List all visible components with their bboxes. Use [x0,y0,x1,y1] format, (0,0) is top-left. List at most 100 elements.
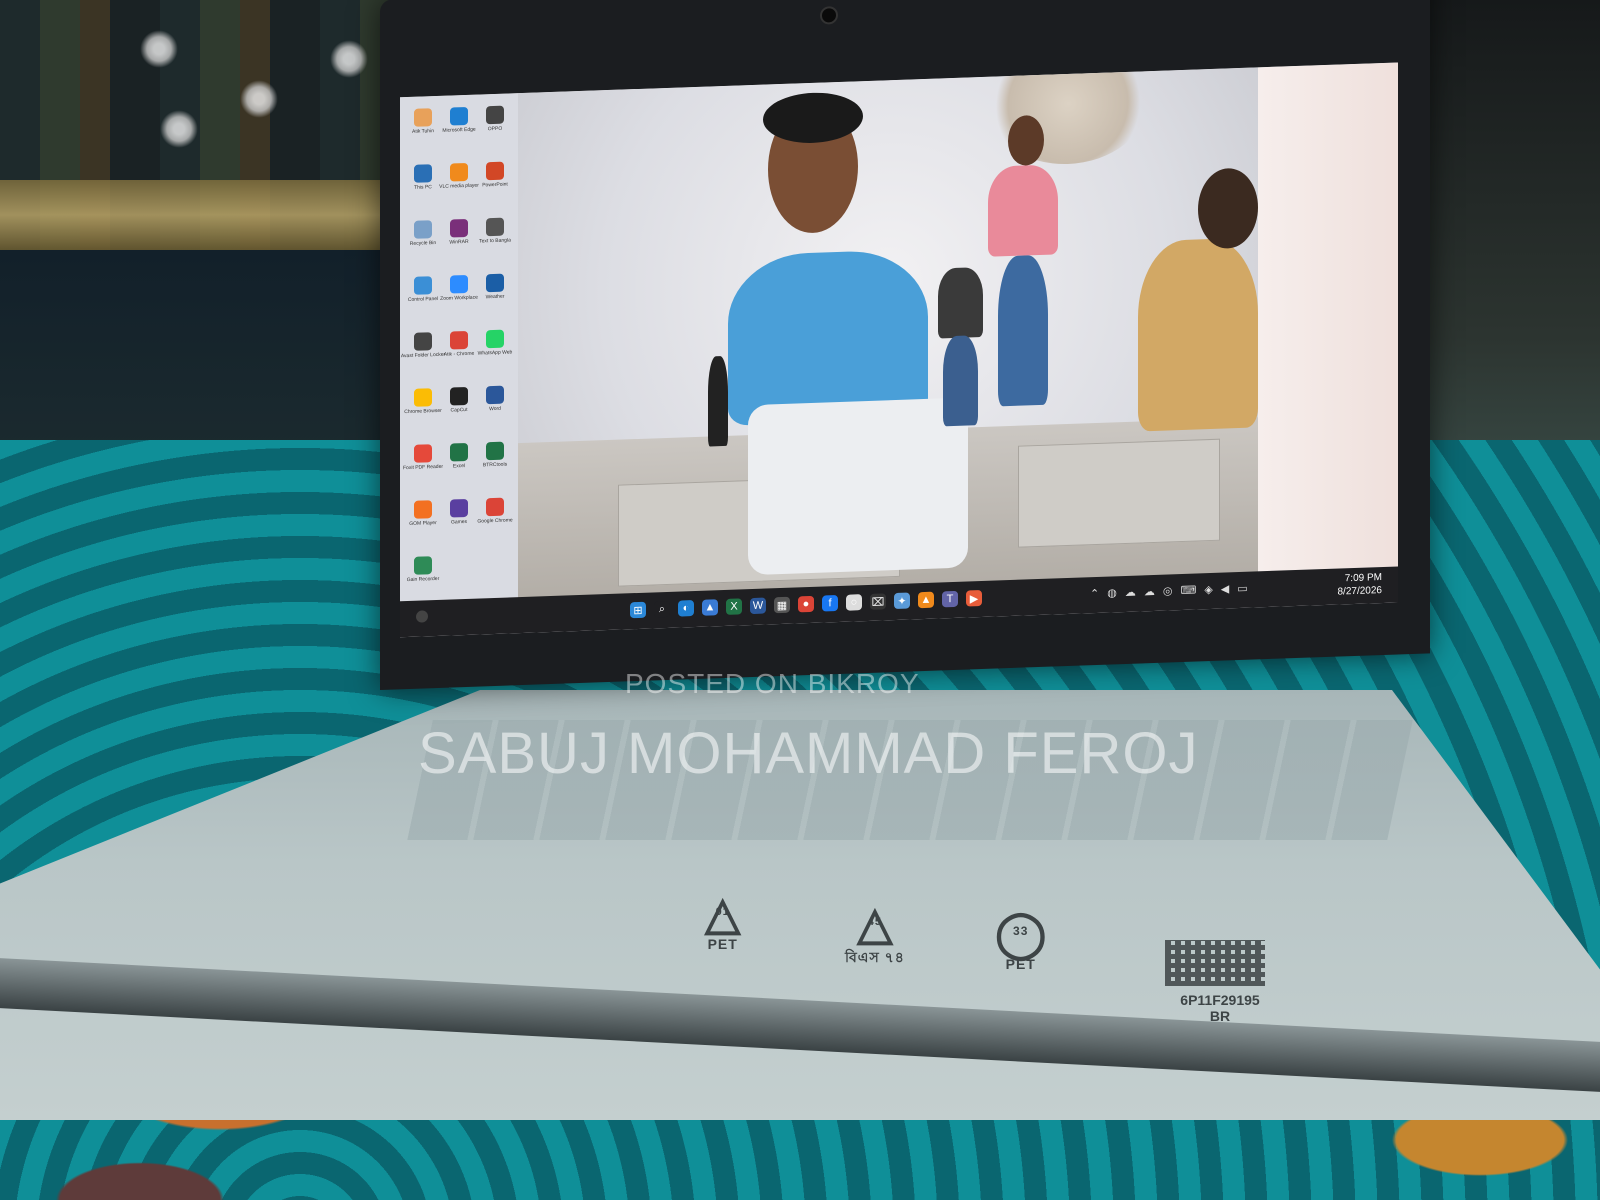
camera-icon[interactable]: ◎ [1163,584,1173,597]
photo-scene: △ 01 PET △ 45 বিএস ৭৪ ◯ 33 PET 6P11F2919… [0,0,1600,1200]
taskbar-pinned-apps: ⊞ ⌕ ◐ ▲ X W ▦ ● f ○ ⌧ ✦ ▲ T ▶ [630,589,982,619]
desktop-icon[interactable]: Chrome Browser [404,388,442,416]
keyboard-icon[interactable]: ⌨ [1180,583,1196,597]
photos-icon[interactable]: ▲ [702,599,718,616]
desktop-icon-label: Atik Tuhin [412,128,434,135]
windows-start-icon[interactable]: ⊞ [630,601,646,619]
desktop-icon[interactable]: Text to Bangla [478,217,512,245]
desktop-icon-label: Word [489,405,501,413]
app-icon [414,276,432,295]
desktop-icon[interactable]: OPPO [478,105,512,132]
app-icon [450,330,468,350]
desktop-icon[interactable]: CapCut [442,386,476,414]
code-text: বিএস ৭৪ [845,949,905,965]
desktop-icon[interactable]: Excel [442,442,476,470]
circle-app-icon[interactable]: ○ [846,594,862,611]
word-icon[interactable]: W [750,597,766,615]
desktop-icon[interactable]: Atik - Chrome [442,330,476,358]
desktop-icon[interactable]: Foxit PDF Reader [403,444,444,472]
desktop-icon-label: Excel [452,463,466,470]
desktop-icon[interactable]: VLC media player [439,162,479,190]
facebook-icon[interactable]: f [822,595,838,612]
onedrive-icon[interactable]: ☁ [1125,586,1136,599]
desktop-icon-label: Avast Folder Locker [400,351,446,360]
recycle-mark-33: ◯ 33 PET [995,910,1046,972]
desktop-icon-label: WinRAR [449,238,469,246]
taskbar-clock[interactable]: 7:09 PM 8/27/2026 [1338,571,1383,599]
curtain-flower [160,110,198,148]
cloud-icon[interactable]: ☁ [1144,585,1155,598]
desktop-icon[interactable]: Avast Folder Locker [401,332,445,359]
desktop-icon[interactable]: Recycle Bin [406,220,440,247]
teams-icon[interactable]: T [942,590,958,608]
app-icon [450,218,468,238]
person-jeans [998,254,1048,407]
pet2-number: 33 [1013,924,1029,938]
laptop-lid: Atik Tuhin Microsoft Edge OPPO This PC VLC m… [380,0,1430,690]
desktop-icon[interactable]: Gain Recorder [406,556,440,583]
app-icon [414,556,432,575]
edge-icon[interactable]: ◐ [678,600,694,617]
desktop-icon-label: Foxit PDF Reader [403,463,444,472]
excel-icon[interactable]: X [726,598,742,615]
desktop-icon[interactable]: BTRCtools [478,441,512,468]
desktop-icon[interactable]: Atik Tuhin [406,108,440,135]
desktop-icon[interactable]: This PC [406,164,440,191]
chevron-up-icon[interactable]: ⌃ [1090,587,1099,600]
desktop-icon[interactable]: Google Chrome [477,497,513,525]
meet-icon[interactable]: ◍ [1107,586,1117,599]
desktop-icon-label: Gain Recorder [406,575,440,584]
system-tray: ⌃ ◍ ☁ ☁ ◎ ⌨ ◈ ◀ ▭ [1090,582,1248,601]
desktop-icon-label: Text to Bangla [479,237,511,245]
battery-icon[interactable]: ▭ [1237,582,1247,595]
person-head [1198,167,1258,250]
person-yellow-shirt [1138,237,1258,432]
app-icon [414,500,432,519]
app-icon [486,273,504,293]
weather-widget-icon[interactable] [416,610,428,623]
calendar-icon[interactable]: ▦ [774,596,790,614]
desktop-icon-label: CapCut [450,406,468,414]
watermark-posted-on: POSTED ON BIKROY [625,668,920,699]
desktop-icon[interactable]: GOM Player [406,500,440,527]
desktop-icon-label: OPPO [487,125,503,133]
desktop-icon[interactable]: Word [478,385,512,412]
desktop-icon[interactable]: WhatsApp Web [477,329,513,357]
network-icon[interactable]: ◈ [1204,583,1212,596]
desktop-wallpaper [518,62,1258,604]
app-icon [486,497,504,517]
desktop-icon-label: Recycle Bin [409,240,437,247]
app-icon [414,444,432,463]
search-icon[interactable]: ⌕ [654,600,670,618]
desktop-icon-label: Chrome Browser [404,407,442,416]
desktop-icon[interactable]: WinRAR [442,218,476,246]
app-icon [450,162,468,182]
desktop-icon[interactable]: PowerPoint [478,161,512,188]
app-icon [486,441,504,461]
qr-code [1165,940,1265,986]
qr-code-text: 6P11F29195 BR [1180,992,1260,1024]
app-icon [414,164,432,183]
desktop-icon[interactable]: Control Panel [406,276,440,303]
copilot-icon[interactable]: ✦ [894,592,910,610]
volume-icon[interactable]: ◀ [1221,582,1229,595]
desktop-icon-label: VLC media player [439,182,479,190]
desktop-icon[interactable]: Microsoft Edge [442,106,476,134]
app-icon [450,106,468,126]
desktop-icon-label: Atik - Chrome [443,350,475,358]
app-icon [486,385,504,405]
chrome-icon[interactable]: ● [798,595,814,613]
youtube-icon[interactable]: ▶ [966,589,982,607]
person-pink-shirt [988,164,1058,257]
vlc-icon[interactable]: ▲ [918,591,934,609]
desktop-icon-label: PowerPoint [482,181,508,189]
desktop-icon[interactable]: Games [442,498,476,526]
capcut-icon[interactable]: ⌧ [870,593,886,610]
desktop-icon[interactable]: Weather [478,273,512,300]
person-walking [938,266,983,339]
concrete-block [1018,438,1220,548]
desktop-icon[interactable]: Zoom Workplace [440,274,478,302]
desktop-icon-label: WhatsApp Web [477,349,513,357]
curtain-flower [140,30,178,68]
code-number: 45 [867,916,883,928]
